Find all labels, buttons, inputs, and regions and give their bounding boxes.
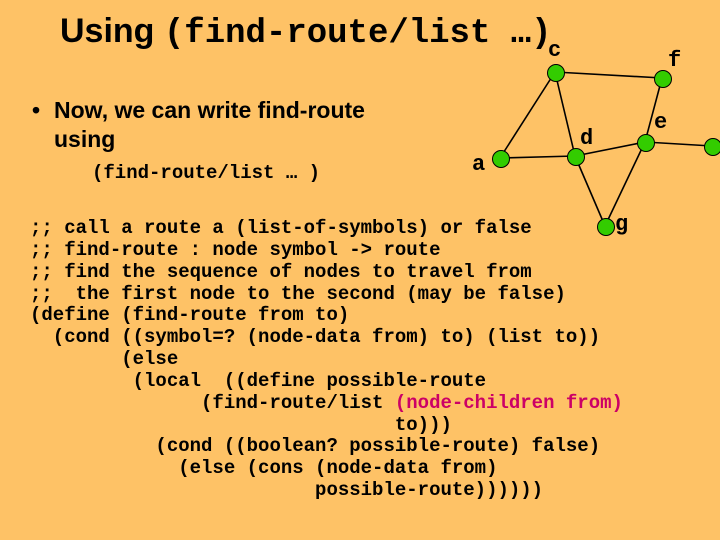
slide-title: Using (find-route/list …) [60,12,552,53]
code-line: ;; find the sequence of nodes to travel … [30,261,532,283]
code-line: (cond ((boolean? possible-route) false) [30,435,600,457]
code-line: ;; call a route a (list-of-symbols) or f… [30,217,532,239]
code-line: (else [30,348,178,370]
code-line: (find-route/list [30,392,395,414]
bullet-text: Now, we can write find-route using [32,96,402,154]
code-line: (cond ((symbol=? (node-data from) to) (l… [30,326,600,348]
bullet-subline: (find-route/list … ) [92,162,402,184]
graph-label-f: f [668,48,681,73]
code-line: to))) [30,414,452,436]
graph-node-e [637,134,655,152]
graph-node-b [704,138,720,156]
graph-node-a [492,150,510,168]
code-line: (define (find-route from to) [30,304,349,326]
graph-label-e: e [654,110,667,135]
code-line: ;; the first node to the second (may be … [30,283,566,305]
code-highlight: (node-children from) [395,392,623,414]
code-line: possible-route)))))) [30,479,543,501]
graph-label-c: c [548,38,561,63]
code-line: (else (cons (node-data from) [30,457,497,479]
graph-label-d: d [580,126,593,151]
graph-node-c [547,64,565,82]
title-mono: (find-route/list …) [164,15,552,53]
bullet-block: Now, we can write find-route using (find… [32,96,402,184]
code-block: ;; call a route a (list-of-symbols) or f… [30,218,623,502]
code-line: ;; find-route : node symbol -> route [30,239,440,261]
title-prefix: Using [60,12,164,50]
code-line: (local ((define possible-route [30,370,486,392]
graph-label-a: a [472,152,485,177]
